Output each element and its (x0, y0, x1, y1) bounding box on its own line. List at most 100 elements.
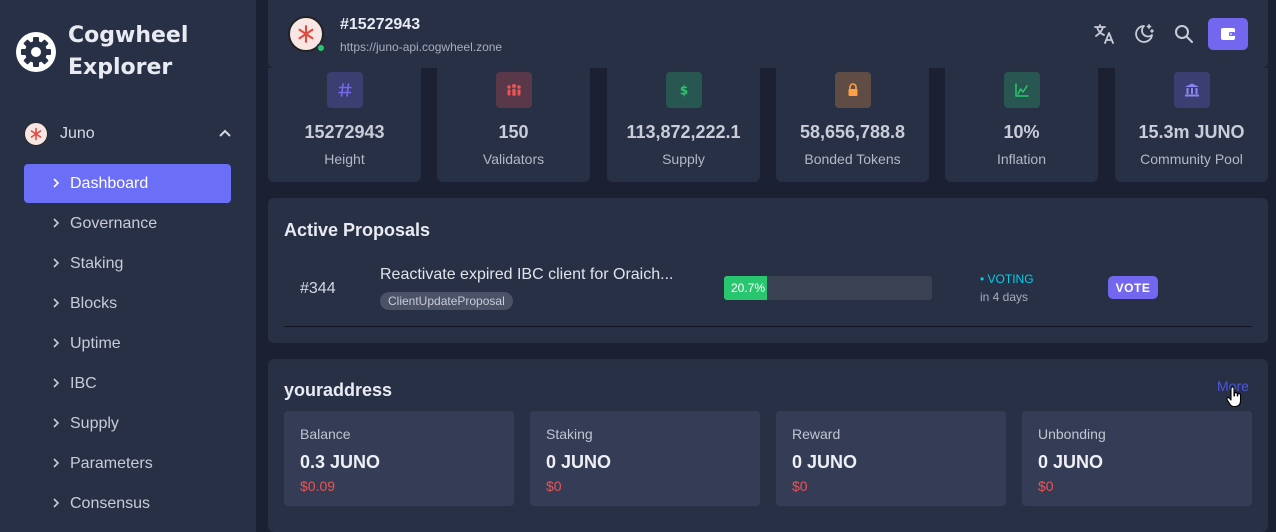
sidebar-item-label: Governance (70, 214, 158, 232)
sidebar: Cogwheel Explorer Juno Dashboard Governa… (0, 0, 256, 532)
sidebar-item-supply[interactable]: Supply (24, 404, 231, 443)
stat-label: Validators (482, 151, 545, 167)
stat-supply: $ 113,872,222.1 Supply (607, 68, 760, 182)
stat-value: 150 (498, 122, 529, 142)
staking-card: Staking 0 JUNO $0 (530, 411, 760, 506)
proposal-title[interactable]: Reactivate expired IBC client for Oraich… (380, 266, 673, 284)
chain-name: Juno (60, 125, 95, 142)
sidebar-item-label: Staking (70, 254, 124, 272)
stat-validators: 150 Validators (437, 68, 590, 182)
address-card: youraddress More Balance 0.3 JUNO $0.09 … (268, 359, 1268, 532)
hash-icon (326, 72, 363, 108)
svg-text:$: $ (679, 84, 687, 98)
api-endpoint: https://juno-api.cogwheel.zone (340, 40, 503, 54)
reward-card: Reward 0 JUNO $0 (776, 411, 1006, 506)
sidebar-item-label: Parameters (70, 454, 153, 472)
theme-toggle-icon[interactable] (1132, 22, 1156, 46)
chevron-right-icon (53, 258, 60, 268)
stat-value: 113,872,222.1 (626, 122, 741, 142)
card-title: Active Proposals (284, 220, 431, 240)
chevron-right-icon (53, 218, 60, 228)
stat-community-pool: 15.3m JUNO Community Pool (1115, 68, 1268, 182)
stat-inflation: 10% Inflation (945, 68, 1098, 182)
chevron-up-icon[interactable] (218, 126, 232, 140)
active-proposals-card: Active Proposals #344 Reactivate expired… (268, 198, 1268, 343)
unbonding-card: Unbonding 0 JUNO $0 (1022, 411, 1252, 506)
reward-label: Reward (792, 426, 841, 442)
balance-label: Balance (300, 426, 351, 442)
bank-icon (1173, 72, 1210, 108)
stat-label: Community Pool (1140, 151, 1243, 167)
stat-value: 15.3m JUNO (1138, 122, 1245, 142)
chart-icon (1003, 72, 1040, 108)
cogwheel-logo-icon (16, 32, 56, 72)
stat-value: 10% (1003, 122, 1040, 142)
proposal-id[interactable]: #344 (300, 280, 336, 298)
chain-selector[interactable]: Juno (24, 120, 236, 148)
unbonding-label: Unbonding (1038, 426, 1106, 442)
sidebar-item-label: Dashboard (70, 174, 149, 192)
sidebar-item-uptime[interactable]: Uptime (24, 324, 231, 363)
address-title: youraddress (284, 380, 393, 400)
stat-value: 15272943 (304, 122, 385, 142)
sidebar-item-ibc[interactable]: IBC (24, 364, 231, 403)
proposal-progress-fill: 20.7% (724, 276, 768, 300)
stat-label: Bonded Tokens (804, 151, 901, 167)
sidebar-item-consensus[interactable]: Consensus (24, 484, 231, 523)
proposal-status: • VOTING (980, 272, 1034, 286)
staking-amount: 0 JUNO (546, 452, 612, 472)
sidebar-item-blocks[interactable]: Blocks (24, 284, 231, 323)
chevron-right-icon (53, 458, 60, 468)
stat-label: Supply (662, 151, 705, 167)
sidebar-item-governance[interactable]: Governance (24, 204, 231, 243)
staking-usd: $0 (546, 478, 562, 494)
staking-label: Staking (546, 426, 593, 442)
stat-label: Height (324, 151, 365, 167)
online-status-dot (316, 43, 326, 53)
proposal-progress-bar: 20.7% (724, 276, 932, 300)
sidebar-item-label: Supply (70, 414, 119, 432)
chevron-right-icon (53, 498, 60, 508)
stat-value: 58,656,788.8 (799, 122, 906, 142)
balance-usd: $0.09 (300, 478, 336, 494)
hand-cursor-icon (1226, 386, 1242, 408)
stat-bonded-tokens: 58,656,788.8 Bonded Tokens (776, 68, 929, 182)
chain-avatar (288, 16, 326, 53)
sidebar-item-parameters[interactable]: Parameters (24, 444, 231, 483)
proposal-status-text: VOTING (987, 272, 1034, 286)
sidebar-item-label: IBC (70, 374, 97, 392)
proposal-time-left: in 4 days (980, 290, 1029, 304)
unbonding-amount: 0 JUNO (1038, 452, 1104, 472)
chevron-right-icon (53, 338, 60, 348)
sidebar-nav: Dashboard Governance Staking Blocks Upti… (24, 164, 231, 524)
wallet-icon (1221, 28, 1235, 40)
sidebar-item-label: Blocks (70, 294, 118, 312)
dollar-icon: $ (665, 72, 702, 108)
chevron-right-icon (53, 378, 60, 388)
latest-block-id: #15272943 (340, 16, 421, 33)
chevron-right-icon (53, 298, 60, 308)
stat-label: Inflation (996, 151, 1047, 167)
chevron-right-icon (53, 418, 60, 428)
unbonding-usd: $0 (1038, 478, 1054, 494)
sidebar-item-staking[interactable]: Staking (24, 244, 231, 283)
balance-card: Balance 0.3 JUNO $0.09 (284, 411, 514, 506)
balance-amount: 0.3 JUNO (300, 452, 381, 472)
top-bar: #15272943 https://juno-api.cogwheel.zone (268, 0, 1268, 68)
brand[interactable]: Cogwheel Explorer (16, 20, 218, 84)
people-icon (495, 72, 532, 108)
sidebar-item-label: Consensus (70, 494, 151, 512)
search-icon[interactable] (1172, 22, 1196, 46)
divider (284, 326, 1252, 327)
lock-icon (834, 72, 871, 108)
juno-logo-icon (24, 122, 48, 146)
chevron-right-icon (53, 178, 60, 188)
translate-icon[interactable] (1092, 22, 1116, 46)
sidebar-item-label: Uptime (70, 334, 121, 352)
reward-usd: $0 (792, 478, 808, 494)
wallet-button[interactable] (1208, 18, 1248, 50)
sidebar-item-dashboard[interactable]: Dashboard (24, 164, 231, 203)
vote-button[interactable]: VOTE (1108, 276, 1158, 299)
proposal-type-tag: ClientUpdateProposal (380, 292, 513, 310)
brand-name: Cogwheel Explorer (68, 23, 189, 80)
